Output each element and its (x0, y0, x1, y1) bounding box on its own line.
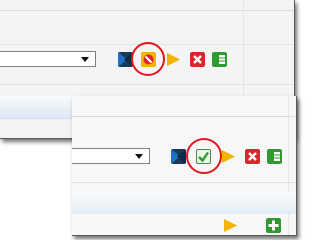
play-button-secondary[interactable] (223, 218, 238, 233)
delete-icon (190, 52, 205, 67)
delete-icon (245, 149, 260, 164)
dropdown-select[interactable] (0, 51, 96, 67)
expand-button[interactable] (171, 149, 186, 164)
delete-button[interactable] (190, 52, 205, 67)
row-highlight (72, 192, 296, 214)
chevron-down-icon (135, 154, 143, 159)
add-button[interactable] (266, 218, 281, 233)
divider (72, 182, 296, 183)
divider (0, 10, 294, 11)
highlight-ring (131, 42, 165, 76)
grid-icon (212, 52, 227, 67)
delete-button[interactable] (245, 149, 260, 164)
play-button[interactable] (221, 149, 236, 164)
expand-icon (171, 149, 186, 164)
highlight-ring (186, 138, 222, 174)
play-icon (167, 53, 180, 66)
screen-after (72, 96, 297, 236)
dropdown-select[interactable] (72, 148, 150, 164)
play-icon (224, 219, 237, 232)
grid-icon (267, 149, 282, 164)
divider (288, 96, 289, 235)
grid-button[interactable] (267, 149, 282, 164)
chevron-down-icon (81, 57, 89, 62)
grid-button[interactable] (212, 52, 227, 67)
add-icon (266, 218, 281, 233)
divider (72, 116, 296, 117)
play-icon (222, 150, 235, 163)
divider (0, 84, 294, 85)
play-button[interactable] (166, 52, 181, 67)
